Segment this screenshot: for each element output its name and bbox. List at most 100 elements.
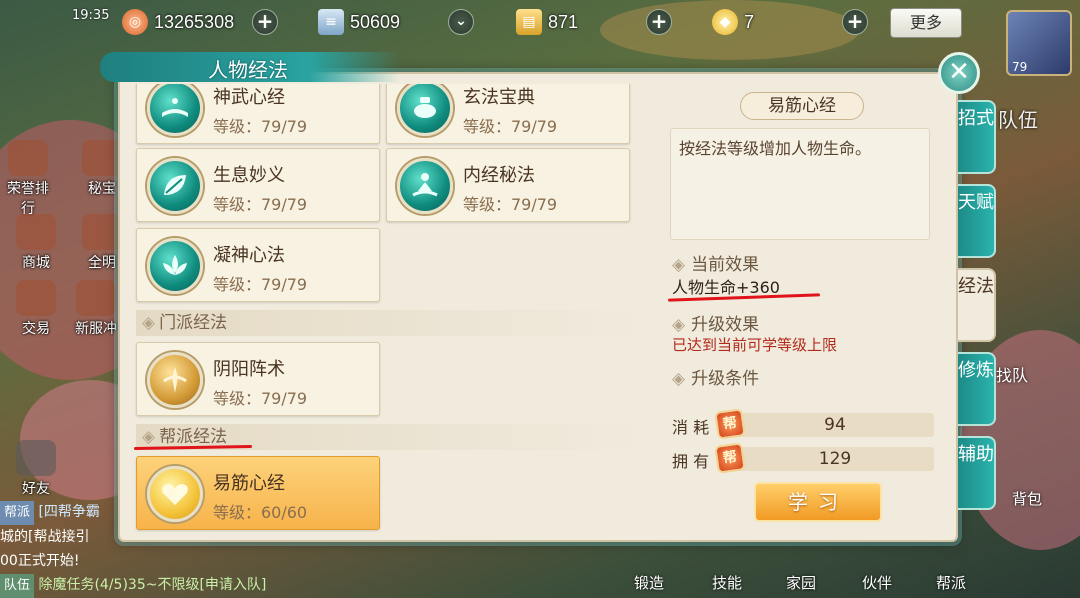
shop-button[interactable]: 商城 — [12, 214, 60, 272]
technique-card[interactable]: 阴阳阵术 等级：79/79 — [136, 342, 380, 416]
diamond-icon: ◈ — [142, 313, 156, 333]
ingot-value: 7 — [744, 11, 755, 32]
technique-card[interactable]: 生息妙义 等级：79/79 — [136, 148, 380, 222]
technique-level: 等级：79/79 — [213, 389, 308, 408]
guild-contribution-icon: 帮 — [714, 408, 746, 440]
technique-name: 内经秘法 — [463, 165, 535, 186]
chat-channel-tag: 帮派 — [0, 501, 35, 525]
diamond-icon: ◈ — [672, 369, 686, 389]
technique-name: 凝神心法 — [213, 245, 285, 266]
tab-moves[interactable]: 招式 — [958, 100, 996, 174]
copper-resource: ◎ 13265308 — [122, 8, 234, 36]
scroll-value: 50609 — [350, 11, 401, 32]
friends-button[interactable]: 好友 — [12, 440, 60, 498]
section-header-sect: ◈ 门派经法 — [136, 310, 646, 336]
more-button[interactable]: 更多 — [890, 8, 962, 38]
scroll-icon: ≡ — [318, 9, 344, 35]
shop-icon — [16, 214, 56, 250]
nav-partners[interactable]: 伙伴 — [862, 572, 892, 593]
nav-guild[interactable]: 帮派 — [936, 572, 966, 593]
add-copper-button[interactable]: + — [252, 9, 278, 35]
technique-card[interactable]: 神武心经 等级：79/79 — [136, 84, 380, 144]
book-icon — [147, 84, 203, 136]
technique-card-selected[interactable]: 易筋心经 等级：60/60 — [136, 456, 380, 530]
close-icon: ✕ — [948, 57, 970, 87]
technique-level: 等级：79/79 — [213, 195, 308, 214]
own-label: 拥 有 — [672, 452, 710, 471]
cost-value: 94 — [736, 413, 934, 437]
technique-card[interactable]: 内经秘法 等级：79/79 — [386, 148, 630, 222]
ranking-button[interactable]: 荣誉排行 — [4, 140, 52, 218]
cost-row: 消 耗 94 帮 — [672, 408, 934, 440]
trade-icon — [16, 280, 56, 316]
ranking-icon — [8, 140, 48, 176]
copper-value: 13265308 — [154, 11, 235, 32]
nav-home[interactable]: 家园 — [786, 572, 816, 593]
top-resource-bar: 19:35 ◎ 13265308 + ≡ 50609 ⌄ ▤ 871 + ◆ 7… — [0, 0, 1080, 48]
paper-icon: ▤ — [516, 9, 542, 35]
friends-icon — [16, 440, 56, 476]
avatar-level: 79 — [1012, 60, 1028, 74]
gold-ingot-icon: ◆ — [712, 9, 738, 35]
add-ingot-button[interactable]: + — [842, 9, 868, 35]
bag-button[interactable]: 背包 — [1012, 488, 1042, 509]
paper-resource: ▤ 871 — [516, 8, 578, 36]
tab-training[interactable]: 修炼 — [958, 352, 996, 426]
leaf-icon — [147, 158, 203, 214]
cauldron-icon — [397, 84, 453, 136]
diamond-icon: ◈ — [672, 315, 686, 335]
technique-name: 神武心经 — [213, 87, 285, 108]
meditation-icon — [397, 158, 453, 214]
team-label[interactable]: 队伍 — [998, 104, 1038, 133]
scroll-resource: ≡ 50609 — [318, 8, 400, 36]
current-effect-heading: ◈ 当前效果 — [672, 255, 760, 275]
chat-line: 队伍 除魔任务(4/5)35~不限级[申请入队] — [0, 573, 400, 598]
tab-cultivation-method[interactable]: 经法 — [958, 268, 996, 342]
upgrade-condition-heading: ◈ 升级条件 — [672, 369, 760, 389]
technique-level: 等级：79/79 — [463, 117, 558, 136]
clock: 19:35 — [72, 8, 110, 23]
upgrade-effect-heading: ◈ 升级效果 — [672, 315, 760, 335]
chat-line: 00正式开始! — [0, 553, 80, 569]
own-row: 拥 有 129 帮 — [672, 442, 934, 474]
technique-level: 等级：79/79 — [463, 195, 558, 214]
tab-assist[interactable]: 辅助 — [958, 436, 996, 510]
own-value: 129 — [736, 447, 934, 471]
technique-name: 生息妙义 — [213, 165, 285, 186]
technique-name: 易筋心经 — [213, 473, 285, 494]
heart-icon — [147, 466, 203, 522]
technique-card[interactable]: 玄法宝典 等级：79/79 — [386, 84, 630, 144]
guild-contribution-icon: 帮 — [714, 442, 746, 474]
expand-resource-button[interactable]: ⌄ — [448, 9, 474, 35]
copper-coin-icon: ◎ — [122, 9, 148, 35]
technique-list[interactable]: 神武心经 等级：79/79 玄法宝典 等级：79/79 生息妙义 等级：79/7… — [128, 84, 654, 534]
treasure-icon — [82, 140, 122, 176]
chat-channel-tag: 队伍 — [0, 574, 35, 598]
upgrade-effect-value: 已达到当前可学等级上限 — [672, 336, 838, 354]
tab-talent[interactable]: 天赋 — [958, 184, 996, 258]
technique-level: 等级：60/60 — [213, 503, 308, 522]
new-server-button[interactable]: 新服冲 — [72, 280, 120, 338]
nav-forge[interactable]: 锻造 — [634, 572, 664, 593]
lotus-icon — [147, 238, 203, 294]
all-icon — [82, 214, 122, 250]
technique-card[interactable]: 凝神心法 等级：79/79 — [136, 228, 380, 302]
dialog-title: 人物经法 — [208, 58, 288, 82]
diamond-icon: ◈ — [142, 427, 156, 447]
add-paper-button[interactable]: + — [646, 9, 672, 35]
yin-yang-formation-icon — [147, 352, 203, 408]
find-team-label[interactable]: 找队 — [996, 362, 1028, 386]
cost-label: 消 耗 — [672, 418, 710, 437]
paper-value: 871 — [548, 11, 579, 32]
description-box: 按经法等级增加人物生命。 — [670, 128, 930, 240]
technique-level: 等级：79/79 — [213, 117, 308, 136]
learn-button[interactable]: 学习 — [754, 482, 882, 522]
ingot-resource: ◆ 7 — [712, 8, 754, 36]
nav-skills[interactable]: 技能 — [712, 572, 742, 593]
detail-title: 易筋心经 — [740, 92, 864, 120]
new-server-icon — [76, 280, 116, 316]
trade-button[interactable]: 交易 — [12, 280, 60, 338]
diamond-icon: ◈ — [672, 255, 686, 275]
technique-name: 玄法宝典 — [463, 87, 535, 108]
technique-level: 等级：79/79 — [213, 275, 308, 294]
